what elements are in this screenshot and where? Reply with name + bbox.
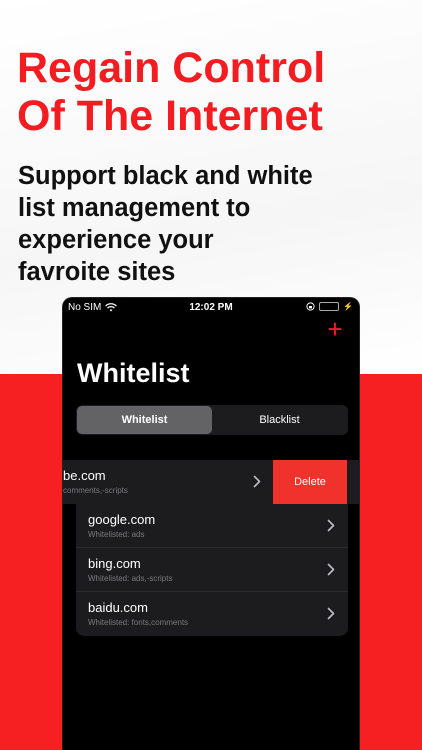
chevron-right-icon (327, 607, 335, 620)
charging-bolt-icon: ⚡ (343, 302, 353, 311)
add-button[interactable]: + (325, 316, 345, 342)
delete-button[interactable]: Delete (273, 460, 347, 504)
page-title: Whitelist (77, 358, 190, 388)
chevron-right-icon (327, 563, 335, 576)
headline-line-1: Regain Control (17, 44, 326, 92)
row-domain: be.com (63, 468, 106, 483)
row-detail: Whitelisted: fonts,comments (88, 618, 189, 627)
subhead-line-1: Support black and white (18, 162, 313, 190)
row-detail: Whitelisted: ads,-scripts (88, 574, 173, 583)
subheadline: Support black and white list management … (18, 160, 418, 288)
tab-whitelist[interactable]: Whitelist (77, 406, 212, 434)
row-domain: google.com (88, 512, 156, 527)
row-domain: bing.com (88, 556, 141, 571)
chevron-right-icon (327, 519, 335, 532)
row-detail: comments,-scripts (63, 486, 128, 495)
swiped-list-row: be.com comments,-scripts Delete (63, 460, 359, 504)
headline-line-2: Of The Internet (17, 92, 323, 140)
row-detail: Whitelisted: ads (88, 530, 145, 539)
list-item[interactable]: bing.com Whitelisted: ads,-scripts (76, 548, 348, 592)
domain-list: google.com Whitelisted: ads bing.com Whi… (76, 504, 348, 636)
status-bar: No SIM 12:02 PM ⚡ (63, 298, 359, 316)
subhead-line-4: favroite sites (18, 258, 176, 286)
rotation-lock-icon (306, 302, 315, 311)
subhead-line-2: list management to (18, 194, 251, 222)
headline: Regain Control Of The Internet (17, 44, 417, 140)
tab-blacklist[interactable]: Blacklist (212, 406, 347, 434)
swiped-row-content[interactable]: be.com comments,-scripts (63, 460, 273, 504)
battery-icon (319, 302, 340, 311)
status-right: ⚡ (306, 302, 353, 311)
subhead-line-3: experience your (18, 226, 214, 254)
chevron-right-icon (253, 475, 261, 488)
phone-screen: No SIM 12:02 PM ⚡ + Whitelist Whitelist … (62, 297, 360, 750)
list-item[interactable]: google.com Whitelisted: ads (76, 504, 348, 548)
list-item[interactable]: baidu.com Whitelisted: fonts,comments (76, 592, 348, 636)
segmented-control: Whitelist Blacklist (76, 405, 348, 435)
row-domain: baidu.com (88, 600, 148, 615)
